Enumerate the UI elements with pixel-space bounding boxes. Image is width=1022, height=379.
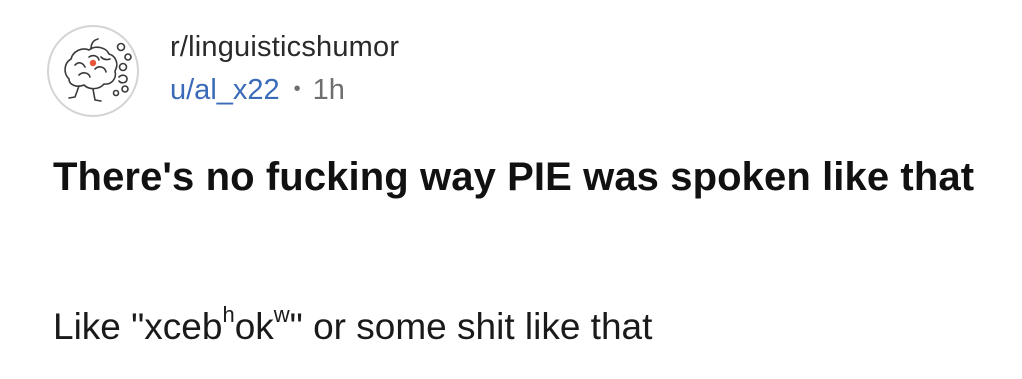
body-text-suffix: " or some shit like that: [289, 306, 653, 347]
post-title[interactable]: There's no fucking way PIE was spoken li…: [53, 152, 993, 203]
body-text-middle: ok: [234, 306, 274, 347]
body-superscript-labialization: w: [273, 301, 290, 327]
username-link[interactable]: u/al_x22: [170, 73, 280, 107]
body-superscript-aspiration: h: [222, 301, 235, 327]
post-body: Like "xcebhokw" or some shit like that: [53, 303, 652, 351]
post-timestamp: 1h: [312, 74, 345, 106]
subreddit-link[interactable]: r/linguisticshumor: [170, 30, 399, 64]
post-meta: r/linguisticshumor u/al_x22 • 1h: [170, 30, 399, 107]
body-text-prefix: Like "xceb: [53, 306, 223, 347]
brain-doodle-icon: [64, 38, 132, 102]
subreddit-avatar[interactable]: [47, 25, 139, 117]
post-card: r/linguisticshumor u/al_x22 • 1h There's…: [0, 0, 1022, 379]
byline: u/al_x22 • 1h: [170, 73, 399, 107]
meta-separator: •: [293, 78, 301, 100]
